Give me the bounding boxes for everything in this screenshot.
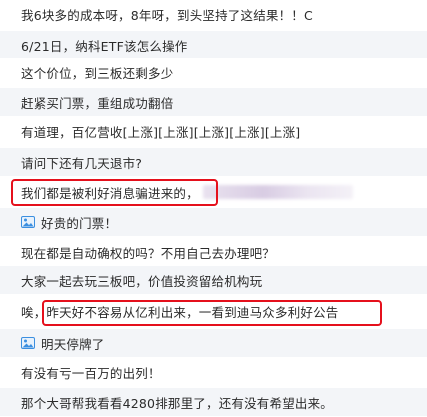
comment-text: 赶紧买门票，重组成功翻倍	[21, 95, 174, 111]
comment-text: 有道理，百亿营收[上涨][上涨][上涨][上涨][上涨]	[21, 124, 301, 140]
comment-row[interactable]: 6/21日，纳科ETF该怎么操作	[0, 31, 427, 59]
image-icon	[21, 216, 35, 228]
redacted-area	[202, 185, 353, 199]
comment-text: 好贵的门票！	[41, 215, 118, 231]
comment-row[interactable]: 赶紧买门票，重组成功翻倍	[0, 88, 427, 116]
comment-text: 请问下还有几天退市?	[21, 155, 143, 171]
comment-row[interactable]: 好贵的门票！	[0, 208, 427, 236]
comment-row[interactable]: 有道理，百亿营收[上涨][上涨][上涨][上涨][上涨]	[0, 117, 427, 145]
comment-row[interactable]: 明天停牌了	[0, 329, 427, 357]
comment-row[interactable]: 现在都是自动确权的吗？不用自己去办理吧？	[0, 238, 427, 266]
comment-row[interactable]: 有没有亏一百万的出列！	[0, 358, 427, 386]
image-icon	[21, 337, 35, 349]
comment-feed: 我6块多的成本呀，8年呀，到头坚持了这结果！！C 6/21日，纳科ETF该怎么操…	[0, 0, 427, 417]
comment-text: 现在都是自动确权的吗？不用自己去办理吧？	[21, 245, 276, 261]
highlight-box	[42, 300, 382, 326]
comment-row[interactable]: 大家一起去玩三板吧，价值投资留给机构玩	[0, 266, 427, 294]
comment-row[interactable]: 我6块多的成本呀，8年呀，到头坚持了这结果！！C	[0, 0, 427, 28]
highlight-box	[11, 179, 218, 206]
comment-row[interactable]: 请问下还有几天退市?	[0, 148, 427, 176]
comment-row[interactable]: 那个大哥帮我看看4280排那里了，还有没有希望出来。	[0, 388, 427, 416]
comment-text: 这个价位，到三板还剩多少	[21, 65, 174, 81]
comment-text: 大家一起去玩三板吧，价值投资留给机构玩	[21, 273, 263, 289]
comment-text: 6/21日，纳科ETF该怎么操作	[21, 38, 188, 54]
comment-text: 有没有亏一百万的出列！	[21, 365, 161, 381]
comment-text: 明天停牌了	[41, 336, 105, 352]
comment-text: 那个大哥帮我看看4280排那里了，还有没有希望出来。	[21, 395, 334, 411]
comment-text: 我6块多的成本呀，8年呀，到头坚持了这结果！！C	[21, 7, 313, 23]
comment-row[interactable]: 这个价位，到三板还剩多少	[0, 58, 427, 86]
